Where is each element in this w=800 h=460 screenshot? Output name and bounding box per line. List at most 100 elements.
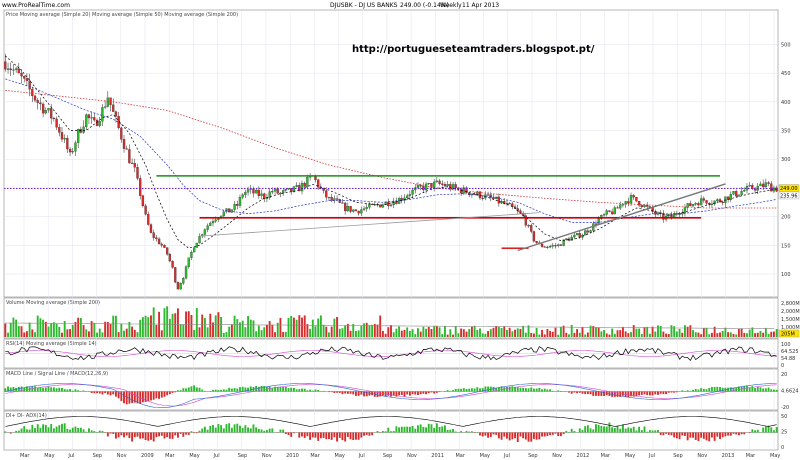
dmi-histogram-bar: [519, 432, 522, 437]
macd-histogram-bar: [322, 390, 325, 392]
x-tick-label: Sep: [528, 453, 537, 459]
volume-bar: [489, 329, 492, 337]
volume-bar: [627, 333, 630, 337]
candle-body: [354, 209, 358, 212]
macd-histogram-bar: [4, 388, 7, 392]
macd-histogram-bar: [462, 388, 465, 392]
dmi-histogram-bar: [298, 432, 301, 438]
dmi-histogram-bar: [670, 432, 673, 436]
volume-bar: [114, 315, 117, 337]
macd-histogram-bar: [586, 391, 589, 395]
volume-bar: [201, 314, 204, 337]
candle-body: [41, 103, 45, 114]
macd-histogram-bar: [708, 387, 711, 392]
dmi-histogram-bar: [524, 432, 527, 440]
dmi-histogram-bar: [228, 423, 231, 433]
dmi-histogram-bar: [63, 423, 66, 433]
candle-body: [9, 68, 12, 71]
dmi-histogram-bar: [710, 432, 713, 438]
candle-body: [368, 203, 371, 208]
volume-bar: [748, 329, 751, 337]
candle-body: [55, 118, 58, 128]
candle-body: [586, 230, 590, 233]
macd-histogram-bar: [93, 391, 96, 394]
volume-bar: [317, 318, 320, 337]
volume-bar: [147, 317, 150, 337]
macd-histogram-bar: [249, 386, 252, 392]
x-tick-label: Jul: [67, 453, 74, 459]
volume-bar: [735, 334, 738, 337]
volume-bar: [586, 332, 589, 337]
dmi-histogram-bar: [630, 428, 632, 433]
dmi-histogram-bar: [163, 432, 166, 439]
dmi-histogram-bar: [479, 432, 481, 436]
volume-bar: [354, 331, 357, 337]
volume-bar: [492, 327, 495, 337]
macd-histogram-bar: [136, 391, 139, 404]
dmi-histogram-bar: [314, 432, 317, 438]
volume-bar: [23, 332, 26, 337]
candle-body: [125, 148, 128, 150]
dmi-histogram-bar: [600, 425, 603, 433]
volume-bar: [42, 319, 45, 337]
macd-histogram-bar: [748, 387, 751, 392]
dmi-histogram-bar: [673, 432, 676, 438]
volume-bar: [214, 315, 217, 337]
candle-body: [160, 243, 163, 246]
macd-histogram-bar: [508, 386, 511, 392]
dmi-histogram-bar: [700, 432, 703, 438]
macd-histogram-bar: [230, 388, 233, 392]
dmi-histogram-bar: [543, 432, 546, 437]
macd-histogram-bar: [336, 391, 339, 393]
volume-bar: [182, 324, 185, 337]
candle-body: [257, 189, 261, 196]
candle-body: [411, 189, 414, 195]
volume-bar: [77, 317, 80, 337]
volume-bar: [198, 327, 201, 337]
candle-body: [4, 61, 7, 70]
macd-histogram-bar: [125, 391, 128, 405]
candle-body: [63, 138, 66, 140]
dmi-histogram-bar: [654, 430, 657, 433]
candle-body: [438, 180, 441, 184]
candle-body: [106, 97, 109, 107]
candle-body: [441, 183, 444, 185]
volume-bar: [705, 327, 708, 337]
volume-bar: [344, 325, 347, 337]
x-tick-label: Jul: [213, 453, 220, 459]
dmi-histogram-bar: [260, 429, 263, 433]
macd-histogram-bar: [303, 388, 306, 392]
dmi-histogram-bar: [79, 427, 82, 433]
volume-bar: [767, 333, 770, 337]
macd-histogram-bar: [759, 387, 762, 392]
macd-histogram-bar: [69, 388, 72, 392]
macd-histogram-bar: [31, 386, 34, 392]
dmi-histogram-bar: [743, 432, 746, 435]
dmi-histogram-bar: [85, 431, 88, 433]
macd-histogram-bar: [241, 386, 244, 392]
candle-body: [136, 167, 139, 179]
macd-histogram-bar: [767, 387, 770, 392]
dmi-histogram-bar: [114, 432, 117, 439]
dmi-histogram-bar: [141, 432, 144, 439]
macd-histogram-bar: [357, 391, 360, 396]
candle-body: [187, 257, 190, 267]
dmi-histogram-bar: [497, 432, 500, 439]
macd-histogram-bar: [595, 391, 597, 396]
volume-bar: [522, 325, 525, 337]
volume-bar: [573, 332, 576, 337]
candle-body: [573, 234, 576, 238]
volume-bar: [427, 326, 430, 337]
macd-histogram-bar: [557, 390, 560, 392]
candle-body: [446, 184, 449, 187]
macd-histogram-bar: [195, 387, 198, 392]
candle-body: [198, 236, 201, 244]
volume-bar: [479, 328, 481, 337]
candle-body: [90, 117, 93, 119]
volume-bar: [468, 329, 471, 337]
macd-histogram-bar: [438, 391, 441, 393]
x-tick-label: Mar: [455, 453, 465, 459]
dmi-histogram-bar: [441, 426, 444, 433]
x-tick-label: May: [770, 453, 780, 459]
candle-body: [149, 224, 153, 233]
